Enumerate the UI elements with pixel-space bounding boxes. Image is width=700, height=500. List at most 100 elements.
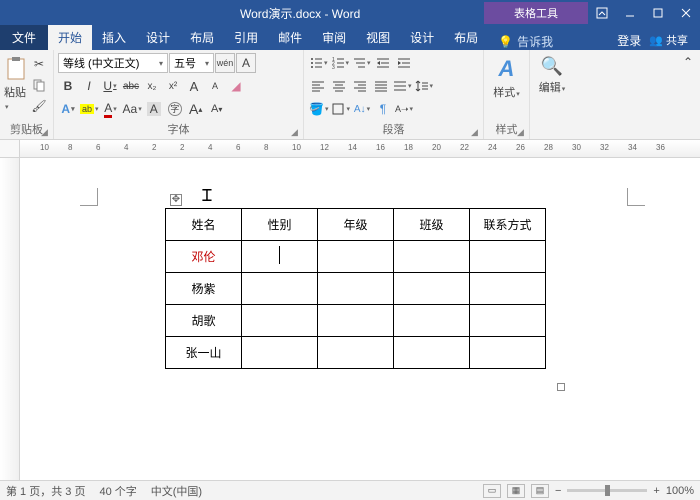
zoom-in-button[interactable]: + [653, 485, 659, 497]
table-header-cell[interactable]: 联系方式 [470, 209, 546, 241]
tab-file[interactable]: 文件 [0, 25, 48, 50]
maximize-button[interactable] [644, 0, 672, 26]
web-layout-button[interactable]: ▤ [531, 484, 549, 498]
close-button[interactable] [672, 0, 700, 26]
table-cell[interactable] [242, 241, 318, 273]
char-shading-button[interactable]: A [144, 99, 164, 119]
table-header-cell[interactable]: 年级 [318, 209, 394, 241]
table-cell[interactable]: 张一山 [166, 337, 242, 369]
table-cell[interactable] [242, 337, 318, 369]
editing-button[interactable]: 🔍 编辑 [534, 52, 570, 95]
font-size-combo[interactable]: 五号▾ [169, 53, 214, 73]
language[interactable]: 中文(中国) [151, 483, 202, 499]
font-launcher[interactable]: ◢ [291, 127, 301, 137]
table-cell[interactable] [394, 241, 470, 273]
tab-review[interactable]: 审阅 [312, 25, 356, 50]
tab-design[interactable]: 设计 [136, 25, 180, 50]
table-cell[interactable] [318, 337, 394, 369]
superscript-button[interactable]: x² [163, 76, 183, 96]
zoom-slider[interactable] [567, 489, 647, 492]
minimize-button[interactable] [616, 0, 644, 26]
tab-mail[interactable]: 邮件 [268, 25, 312, 50]
align-right-button[interactable] [350, 76, 370, 96]
underline-button[interactable]: U [100, 76, 120, 96]
table-cell[interactable] [318, 241, 394, 273]
table-cell[interactable]: 邓伦 [166, 241, 242, 273]
table-cell[interactable] [394, 273, 470, 305]
show-marks-button[interactable]: ¶ [373, 99, 393, 119]
table-cell[interactable] [470, 337, 546, 369]
tell-me-search[interactable]: 💡 告诉我 [498, 33, 553, 50]
login-link[interactable]: 登录 [617, 32, 641, 49]
table-header-cell[interactable]: 班级 [394, 209, 470, 241]
table-cell[interactable]: 杨紫 [166, 273, 242, 305]
table-cell[interactable] [318, 273, 394, 305]
font-color-button[interactable]: A [101, 99, 121, 119]
table-move-handle[interactable]: ✥ [170, 194, 182, 206]
shrink-font-a-button[interactable]: A▾ [207, 99, 227, 119]
char-border-button[interactable]: A [236, 53, 256, 73]
word-count[interactable]: 40 个字 [99, 483, 136, 499]
align-left-button[interactable] [308, 76, 328, 96]
grow-font-button[interactable]: A [184, 76, 204, 96]
text-direction-button[interactable]: A➝ [394, 99, 414, 119]
borders-button[interactable] [330, 99, 351, 119]
italic-button[interactable]: I [79, 76, 99, 96]
subscript-button[interactable]: x₂ [142, 76, 162, 96]
print-layout-button[interactable]: ▦ [507, 484, 525, 498]
tab-insert[interactable]: 插入 [92, 25, 136, 50]
distribute-button[interactable] [392, 76, 413, 96]
cut-button[interactable]: ✂ [29, 54, 49, 74]
grow-font-a-button[interactable]: A▴ [186, 99, 206, 119]
clipboard-launcher[interactable]: ◢ [41, 127, 51, 137]
bold-button[interactable]: B [58, 76, 78, 96]
paragraph-launcher[interactable]: ◢ [471, 127, 481, 137]
highlight-button[interactable]: ab [79, 99, 100, 119]
table-cell[interactable] [470, 241, 546, 273]
shading-button[interactable]: 🪣 [308, 99, 329, 119]
table-cell[interactable] [470, 273, 546, 305]
read-mode-button[interactable]: ▭ [483, 484, 501, 498]
table-cell[interactable] [242, 305, 318, 337]
tab-references[interactable]: 引用 [224, 25, 268, 50]
sort-button[interactable]: A↓ [352, 99, 372, 119]
share-button[interactable]: 👥 共享 [645, 30, 692, 50]
multilevel-button[interactable] [351, 53, 372, 73]
table-cell[interactable] [242, 273, 318, 305]
copy-button[interactable] [29, 75, 49, 95]
table-header-cell[interactable]: 性别 [242, 209, 318, 241]
align-center-button[interactable] [329, 76, 349, 96]
table-cell[interactable] [394, 305, 470, 337]
vertical-ruler[interactable] [0, 158, 20, 480]
tab-layout[interactable]: 布局 [180, 25, 224, 50]
table-cell[interactable] [470, 305, 546, 337]
enclosed-char-button[interactable]: 字 [165, 99, 185, 119]
styles-launcher[interactable]: ◢ [517, 127, 527, 137]
shrink-font-button[interactable]: A [205, 76, 225, 96]
decrease-indent-button[interactable] [373, 53, 393, 73]
zoom-out-button[interactable]: − [555, 485, 561, 497]
table-cell[interactable] [394, 337, 470, 369]
tab-table-design[interactable]: 设计 [400, 25, 444, 50]
ribbon-options-button[interactable] [588, 0, 616, 26]
zoom-level[interactable]: 100% [666, 485, 694, 497]
document-page[interactable]: ✥ Ꮖ 姓名性别年级班级联系方式邓伦杨紫胡歌张一山 [20, 158, 700, 480]
line-spacing-button[interactable] [414, 76, 435, 96]
table-cell[interactable] [318, 305, 394, 337]
phonetic-guide-button[interactable]: wén [215, 53, 235, 73]
justify-button[interactable] [371, 76, 391, 96]
clear-format-button[interactable]: ◢ [226, 76, 246, 96]
table-resize-handle[interactable] [557, 383, 565, 391]
text-effects-button[interactable]: A [58, 99, 78, 119]
increase-indent-button[interactable] [394, 53, 414, 73]
page-count[interactable]: 第 1 页，共 3 页 [6, 483, 85, 499]
strikethrough-button[interactable]: abc [121, 76, 141, 96]
table-header-cell[interactable]: 姓名 [166, 209, 242, 241]
font-name-combo[interactable]: 等线 (中文正文)▾ [58, 53, 168, 73]
table-cell[interactable]: 胡歌 [166, 305, 242, 337]
document-table[interactable]: 姓名性别年级班级联系方式邓伦杨紫胡歌张一山 [165, 208, 546, 369]
styles-button[interactable]: A 样式 [488, 52, 525, 100]
paste-button[interactable]: 粘贴 [4, 52, 27, 112]
tab-table-layout[interactable]: 布局 [444, 25, 488, 50]
numbering-button[interactable]: 123 [330, 53, 351, 73]
